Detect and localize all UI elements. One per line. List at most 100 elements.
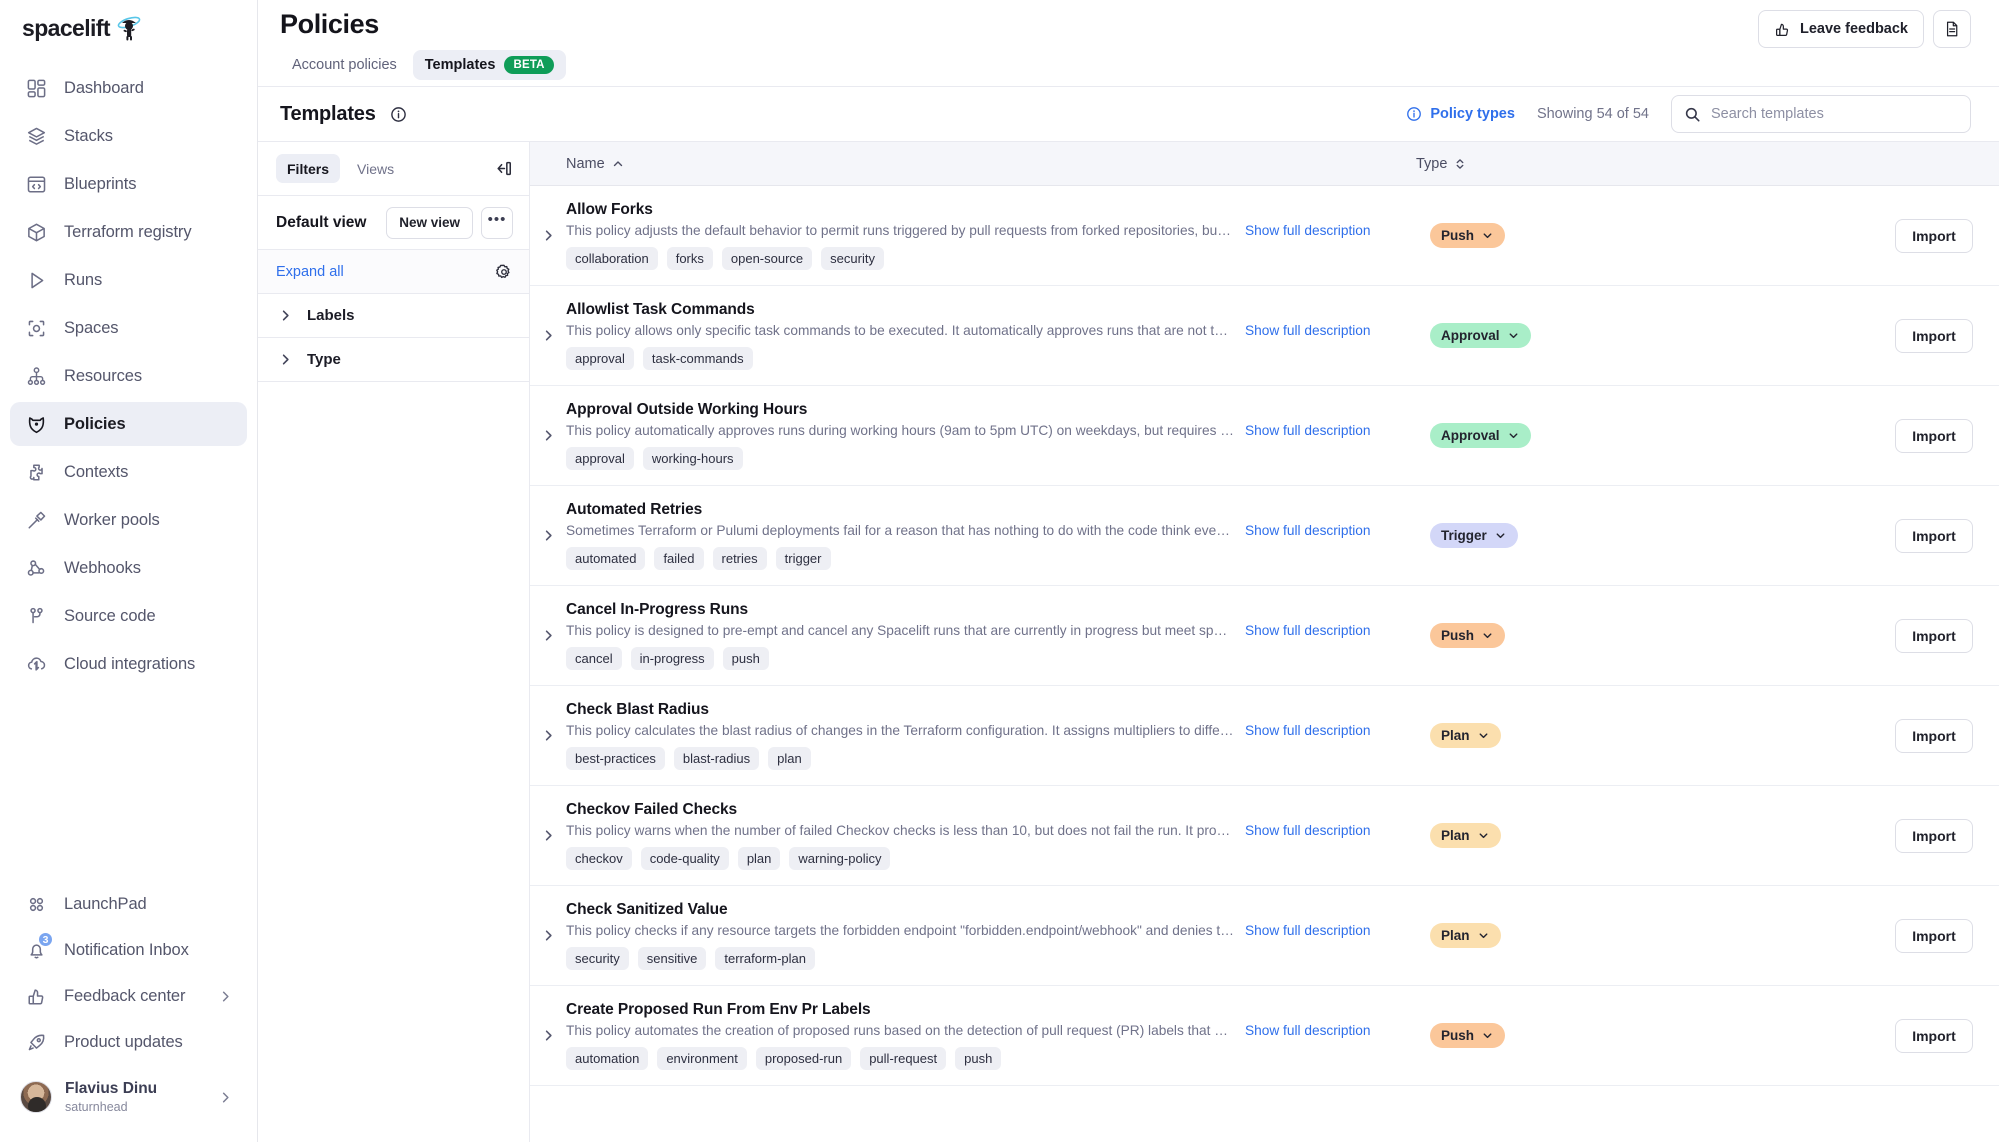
search-templates-box[interactable] bbox=[1671, 95, 1971, 133]
facet-labels[interactable]: Labels bbox=[258, 294, 529, 338]
tag[interactable]: best-practices bbox=[566, 747, 665, 770]
tab-views[interactable]: Views bbox=[346, 154, 405, 183]
table-row[interactable]: Approval Outside Working Hours This polic… bbox=[530, 386, 1999, 486]
info-circle-icon[interactable] bbox=[390, 106, 407, 123]
tag[interactable]: code-quality bbox=[640, 847, 729, 870]
import-button[interactable]: Import bbox=[1895, 418, 1973, 453]
type-badge[interactable]: Push bbox=[1430, 1023, 1506, 1048]
import-button[interactable]: Import bbox=[1895, 1018, 1973, 1053]
show-full-description-link[interactable]: Show full description bbox=[1245, 823, 1371, 838]
show-full-description-link[interactable]: Show full description bbox=[1245, 223, 1371, 238]
tag[interactable]: proposed-run bbox=[755, 1047, 852, 1070]
import-button[interactable]: Import bbox=[1895, 818, 1973, 853]
sidebar-item-resources[interactable]: Resources bbox=[10, 354, 247, 398]
tab-account-policies[interactable]: Account policies bbox=[280, 50, 409, 80]
chevron-right-icon[interactable] bbox=[530, 328, 566, 343]
import-button[interactable]: Import bbox=[1895, 618, 1973, 653]
tag[interactable]: working-hours bbox=[642, 447, 743, 470]
documentation-button[interactable] bbox=[1933, 10, 1971, 48]
tab-templates[interactable]: Templates BETA bbox=[412, 50, 566, 80]
tag[interactable]: plan bbox=[737, 847, 781, 870]
show-full-description-link[interactable]: Show full description bbox=[1245, 623, 1371, 638]
tag[interactable]: terraform-plan bbox=[715, 947, 816, 970]
tag[interactable]: failed bbox=[654, 547, 704, 570]
tag[interactable]: push bbox=[955, 1047, 1002, 1070]
chevron-right-icon[interactable] bbox=[530, 528, 566, 543]
tag[interactable]: forks bbox=[666, 247, 713, 270]
collapse-panel-icon[interactable] bbox=[494, 159, 513, 178]
leave-feedback-button[interactable]: Leave feedback bbox=[1757, 10, 1924, 48]
show-full-description-link[interactable]: Show full description bbox=[1245, 523, 1371, 538]
tag[interactable]: environment bbox=[657, 1047, 747, 1070]
chevron-right-icon[interactable] bbox=[530, 728, 566, 743]
table-row[interactable]: Allowlist Task Commands This policy allow… bbox=[530, 286, 1999, 386]
tag[interactable]: in-progress bbox=[630, 647, 714, 670]
table-row[interactable]: Cancel In-Progress Runs This policy is de… bbox=[530, 586, 1999, 686]
tag[interactable]: retries bbox=[712, 547, 767, 570]
type-badge[interactable]: Push bbox=[1430, 623, 1506, 648]
sidebar-item-worker-pools[interactable]: Worker pools bbox=[10, 498, 247, 542]
sidebar-item-spaces[interactable]: Spaces bbox=[10, 306, 247, 350]
chevron-right-icon[interactable] bbox=[530, 428, 566, 443]
table-row[interactable]: Automated Retries Sometimes Terraform or … bbox=[530, 486, 1999, 586]
tag[interactable]: approval bbox=[566, 447, 634, 470]
tag[interactable]: sensitive bbox=[637, 947, 707, 970]
type-badge[interactable]: Approval bbox=[1430, 423, 1531, 448]
table-row[interactable]: Check Sanitized Value This policy checks … bbox=[530, 886, 1999, 986]
sidebar-item-terraform-registry[interactable]: Terraform registry bbox=[10, 210, 247, 254]
show-full-description-link[interactable]: Show full description bbox=[1245, 323, 1371, 338]
import-button[interactable]: Import bbox=[1895, 918, 1973, 953]
show-full-description-link[interactable]: Show full description bbox=[1245, 423, 1371, 438]
table-row[interactable]: Check Blast Radius This policy calculates… bbox=[530, 686, 1999, 786]
tag[interactable]: automated bbox=[566, 547, 646, 570]
column-header-type[interactable]: Type bbox=[1416, 156, 1999, 172]
sidebar-item-webhooks[interactable]: Webhooks bbox=[10, 546, 247, 590]
tab-filters[interactable]: Filters bbox=[276, 154, 341, 183]
tag[interactable]: warning-policy bbox=[789, 847, 891, 870]
tag[interactable]: security bbox=[566, 947, 629, 970]
table-row[interactable]: Allow Forks This policy adjusts the defau… bbox=[530, 186, 1999, 286]
tag[interactable]: trigger bbox=[775, 547, 831, 570]
type-badge[interactable]: Plan bbox=[1430, 723, 1501, 748]
tag[interactable]: blast-radius bbox=[673, 747, 760, 770]
tag[interactable]: checkov bbox=[566, 847, 632, 870]
brand-logo[interactable]: spacelift bbox=[0, 0, 257, 56]
tag[interactable]: approval bbox=[566, 347, 634, 370]
sidebar-item-runs[interactable]: Runs bbox=[10, 258, 247, 302]
sidebar-item-policies[interactable]: Policies bbox=[10, 402, 247, 446]
tag[interactable]: pull-request bbox=[860, 1047, 947, 1070]
sidebar-item-stacks[interactable]: Stacks bbox=[10, 114, 247, 158]
import-button[interactable]: Import bbox=[1895, 718, 1973, 753]
type-badge[interactable]: Trigger bbox=[1430, 523, 1518, 548]
facet-type[interactable]: Type bbox=[258, 338, 529, 382]
table-row[interactable]: Checkov Failed Checks This policy warns w… bbox=[530, 786, 1999, 886]
tag[interactable]: security bbox=[821, 247, 884, 270]
type-badge[interactable]: Approval bbox=[1430, 323, 1531, 348]
sidebar-item-dashboard[interactable]: Dashboard bbox=[10, 66, 247, 110]
tag[interactable]: plan bbox=[768, 747, 811, 770]
sidebar-item-product-updates[interactable]: Product updates bbox=[10, 1020, 247, 1064]
user-account-row[interactable]: Flavius Dinu saturnhead bbox=[10, 1066, 247, 1128]
import-button[interactable]: Import bbox=[1895, 318, 1973, 353]
search-input[interactable] bbox=[1711, 106, 1958, 122]
type-badge[interactable]: Push bbox=[1430, 223, 1506, 248]
expand-all-link[interactable]: Expand all bbox=[276, 264, 344, 280]
new-view-button[interactable]: New view bbox=[386, 206, 473, 239]
sidebar-item-feedback-center[interactable]: Feedback center bbox=[10, 974, 247, 1018]
chevron-right-icon[interactable] bbox=[530, 828, 566, 843]
tag[interactable]: automation bbox=[566, 1047, 649, 1070]
sidebar-item-launchpad[interactable]: LaunchPad bbox=[10, 882, 247, 926]
show-full-description-link[interactable]: Show full description bbox=[1245, 1023, 1371, 1038]
sidebar-item-cloud-integrations[interactable]: Cloud integrations bbox=[10, 642, 247, 686]
import-button[interactable]: Import bbox=[1895, 218, 1973, 253]
show-full-description-link[interactable]: Show full description bbox=[1245, 723, 1371, 738]
chevron-right-icon[interactable] bbox=[530, 628, 566, 643]
import-button[interactable]: Import bbox=[1895, 518, 1973, 553]
gear-icon[interactable] bbox=[495, 263, 513, 281]
chevron-right-icon[interactable] bbox=[530, 228, 566, 243]
sidebar-item-source-code[interactable]: Source code bbox=[10, 594, 247, 638]
type-badge[interactable]: Plan bbox=[1430, 923, 1501, 948]
chevron-right-icon[interactable] bbox=[530, 928, 566, 943]
type-badge[interactable]: Plan bbox=[1430, 823, 1501, 848]
sidebar-item-contexts[interactable]: Contexts bbox=[10, 450, 247, 494]
